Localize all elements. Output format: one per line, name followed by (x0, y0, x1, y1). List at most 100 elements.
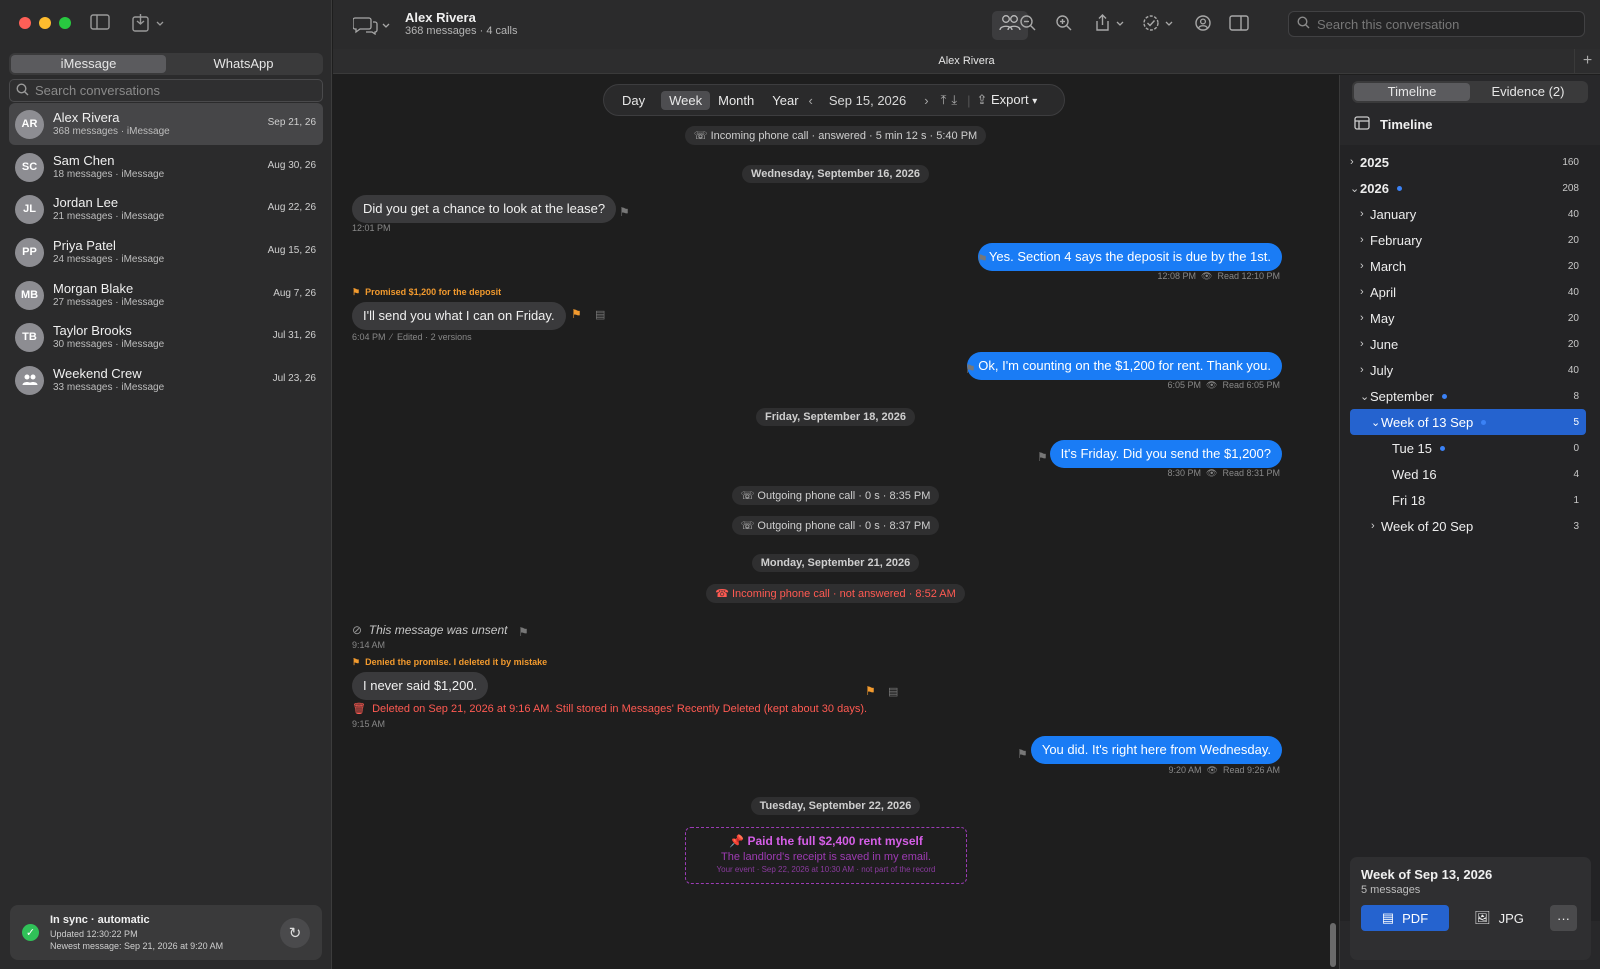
sync-updated: Updated 12:30:22 PM (50, 929, 138, 939)
message-time: 12:08 PM (1157, 271, 1196, 281)
outgoing-message[interactable]: It's Friday. Did you send the $1,200? (1049, 440, 1282, 468)
refresh-button[interactable]: ↻ (280, 918, 310, 948)
tree-item-week[interactable]: › Week of 20 Sep 3 (1350, 513, 1586, 539)
tree-item-day[interactable]: Wed 16 4 (1350, 461, 1586, 487)
note-icon[interactable]: ▤ (888, 685, 898, 698)
conversation-item[interactable]: AR Alex Rivera 368 messages · iMessage Se… (9, 103, 323, 145)
call-text: Outgoing phone call · 0 s · 8:35 PM (757, 490, 931, 502)
zoom-in-icon[interactable] (1055, 14, 1073, 37)
zoom-out-icon[interactable] (1019, 14, 1037, 37)
minimize-window-button[interactable] (39, 17, 51, 29)
new-tab-button[interactable]: + (1574, 49, 1600, 74)
tree-item-month[interactable]: › April 40 (1350, 279, 1586, 305)
flag-icon[interactable]: ⚑ (865, 684, 876, 698)
tree-label: Week of 20 Sep (1381, 518, 1474, 534)
summary-subtitle: 5 messages (1361, 884, 1421, 896)
flag-icon[interactable]: ⚑ (977, 252, 988, 266)
range-month-button[interactable]: Month (710, 91, 762, 110)
flag-icon[interactable]: ⚑ (1037, 450, 1048, 464)
incoming-message[interactable]: I'll send you what I can on Friday. (352, 302, 566, 330)
flag-icon[interactable]: ⚑ (619, 205, 630, 219)
chevron-right-icon: › (1360, 364, 1364, 376)
avatar: JL (15, 194, 44, 224)
conversation-date: Jul 23, 26 (272, 373, 316, 384)
tab-whatsapp[interactable]: WhatsApp (166, 55, 321, 73)
conversation-search-input[interactable] (1317, 16, 1567, 32)
tree-item-month[interactable]: › May 20 (1350, 305, 1586, 331)
conversation-item[interactable]: PP Priya Patel 24 messages · iMessage Aug… (9, 231, 323, 273)
range-toolbar: Day Week Month Year ‹ Sep 15, 2026 › ⤒ ⤓… (603, 84, 1065, 116)
summary-title: Week of Sep 13, 2026 (1361, 867, 1493, 882)
conversation-subtitle: 368 messages · iMessage (53, 126, 170, 137)
sidebar-toggle-icon[interactable] (90, 14, 110, 35)
flag-icon[interactable]: ⚑ (518, 625, 529, 639)
range-year-button[interactable]: Year (764, 91, 806, 110)
outgoing-message[interactable]: Yes. Section 4 says the deposit is due b… (977, 243, 1282, 271)
message-time: 9:14 AM (352, 640, 386, 650)
tree-item-week-13-sep[interactable]: ⌄ Week of 13 Sep 5 (1350, 409, 1586, 435)
conversation-name: Taylor Brooks (53, 323, 132, 338)
flag-icon[interactable]: ⚑ (1017, 747, 1028, 761)
contact-icon[interactable] (1194, 14, 1212, 37)
export-pdf-button[interactable]: ▤ PDF (1361, 905, 1449, 931)
tree-item-day[interactable]: Tue 15 0 (1350, 435, 1586, 461)
call-event: ☏ Outgoing phone call · 0 s · 8:35 PM (731, 486, 940, 505)
outgoing-message[interactable]: Ok, I'm counting on the $1,200 for rent.… (967, 352, 1282, 380)
timeline-icon (1354, 116, 1370, 133)
tree-item-month[interactable]: › July 40 (1350, 357, 1586, 383)
tab-evidence[interactable]: Evidence (2) (1470, 83, 1586, 101)
flag-icon[interactable]: ⚑ (571, 307, 582, 321)
tree-count: 20 (1567, 260, 1579, 272)
jump-to-top-icon[interactable]: ⤒ (941, 92, 947, 108)
jump-to-bottom-icon[interactable]: ⤓ (951, 92, 957, 108)
conversation-item[interactable]: TB Taylor Brooks 30 messages · iMessage J… (9, 316, 323, 358)
verify-badge-icon[interactable] (1142, 14, 1176, 37)
incoming-message[interactable]: Did you get a chance to look at the leas… (352, 195, 617, 223)
annotation-text: Denied the promise. I deleted it by mist… (365, 657, 548, 667)
tree-item-month[interactable]: › February 20 (1350, 227, 1586, 253)
message-time: 9:20 AM (1168, 765, 1202, 775)
zoom-window-button[interactable] (59, 17, 71, 29)
tree-item-2026[interactable]: ⌄ 2026 208 (1350, 175, 1586, 201)
tree-item-month[interactable]: › March 20 (1350, 253, 1586, 279)
tree-item-september[interactable]: ⌄ September 8 (1350, 383, 1586, 409)
note-icon[interactable]: ▤ (595, 308, 605, 321)
tree-item-2025[interactable]: › 2025 160 (1350, 149, 1586, 175)
app-window: iMessage WhatsApp AR Alex Rivera368 mess… (0, 0, 1600, 969)
conversation-item[interactable]: MB Morgan Blake 27 messages · iMessage Au… (9, 274, 323, 316)
import-menu-icon[interactable] (131, 13, 167, 38)
conversation-name: Alex Rivera (53, 110, 120, 125)
export-button[interactable]: ⇪ Export ▾ (976, 92, 1037, 108)
conversation-date: Aug 30, 26 (267, 160, 316, 171)
chevron-right-icon[interactable]: › (924, 93, 928, 108)
conversation-item[interactable]: JL Jordan Lee 21 messages · iMessage Aug … (9, 188, 323, 230)
phone-icon: ☏ (693, 130, 708, 142)
export-jpg-button[interactable]: 🖼 JPG (1456, 905, 1542, 931)
chevron-left-icon[interactable]: ‹ (809, 93, 813, 108)
range-week-button[interactable]: Week (661, 90, 711, 110)
tree-label: March (1370, 258, 1407, 274)
flag-icon[interactable]: ⚑ (965, 362, 976, 376)
outgoing-message[interactable]: You did. It's right here from Wednesday. (1030, 736, 1282, 764)
call-row: ☏ Incoming phone call · answered · 5 min… (333, 126, 1338, 145)
inspector-toggle-icon[interactable] (1229, 14, 1249, 37)
pin-icon: 📌 (729, 834, 745, 848)
tree-item-month[interactable]: › June 20 (1350, 331, 1586, 357)
scrollbar-thumb[interactable] (1330, 923, 1336, 967)
conversation-menu-icon[interactable] (352, 15, 393, 40)
range-day-button[interactable]: Day (614, 91, 653, 110)
tree-item-month[interactable]: › January 40 (1350, 201, 1586, 227)
conversation-item[interactable]: SC Sam Chen 18 messages · iMessage Aug 30… (9, 146, 323, 188)
message-transcript: Day Week Month Year ‹ Sep 15, 2026 › ⤒ ⤓… (333, 75, 1339, 969)
share-icon[interactable] (1093, 14, 1127, 37)
conversation-search-input[interactable] (35, 83, 305, 98)
close-window-button[interactable] (19, 17, 31, 29)
incoming-message[interactable]: I never said $1,200. (352, 672, 489, 700)
tree-item-day[interactable]: Fri 18 1 (1350, 487, 1586, 513)
tab-timeline[interactable]: Timeline (1354, 83, 1470, 101)
user-event-card[interactable]: 📌 Paid the full $2,400 rent myself The l… (685, 827, 967, 884)
phone-icon: ☏ (740, 520, 755, 532)
conversation-item[interactable]: Weekend Crew 33 messages · iMessage Jul 2… (9, 359, 323, 401)
tab-imessage[interactable]: iMessage (11, 55, 166, 73)
more-options-button[interactable]: ··· (1550, 905, 1577, 931)
